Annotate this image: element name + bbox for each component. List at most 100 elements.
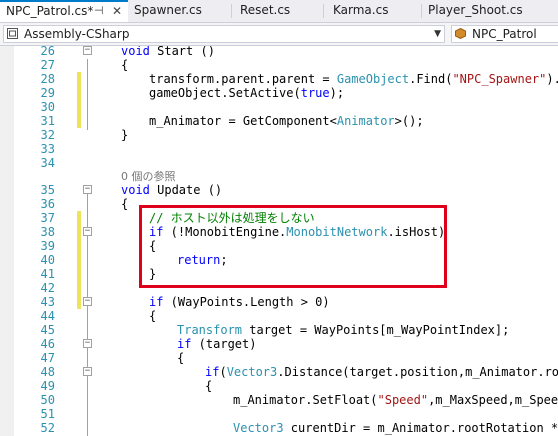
line-number: 51 (40, 407, 55, 421)
change-marker (77, 295, 81, 309)
change-marker (77, 114, 81, 128)
change-marker (77, 281, 81, 295)
line-number: 39 (40, 239, 55, 253)
code-line: 48 − if(Vector3.Distance(target.position… (0, 365, 558, 379)
tab-label: Karma.cs (333, 3, 389, 17)
line-number: 43 (40, 295, 55, 309)
code-line: 27 { (0, 58, 558, 72)
change-marker (77, 86, 81, 100)
code-line: 44 { (0, 309, 558, 323)
tab-label: Reset.cs (240, 3, 291, 17)
collapse-icon[interactable]: − (83, 227, 92, 236)
code-editor[interactable]: 26 − void Start () 27 { 28 transform.par… (0, 46, 558, 436)
code-text: transform.parent.parent = GameObject.Fin… (149, 72, 558, 86)
code-line: 28 transform.parent.parent = GameObject.… (0, 72, 558, 86)
code-text: Vector3 curentDir = m_Animator.rootRotat… (233, 421, 558, 435)
class-dropdown[interactable]: NPC_Patrol (451, 25, 558, 43)
line-number: 26 (40, 46, 55, 58)
collapse-icon[interactable]: − (83, 339, 92, 348)
change-marker (77, 225, 81, 239)
line-number: 31 (40, 114, 55, 128)
line-number: 29 (40, 86, 55, 100)
tab-spawner[interactable]: Spawner.cs (128, 0, 231, 22)
codelens-row: 0 個の参照 (0, 170, 558, 184)
class-name: NPC_Patrol (472, 27, 537, 41)
code-text: { (149, 309, 157, 323)
change-marker (77, 267, 81, 281)
highlight-box (139, 205, 447, 288)
line-number: 36 (40, 197, 55, 211)
tab-karma[interactable]: Karma.cs (324, 0, 421, 22)
tab-player-shoot[interactable]: Player_Shoot.cs (422, 0, 558, 22)
code-line: 31 m_Animator = GetComponent<Animator>()… (0, 114, 558, 128)
code-text: { (177, 351, 185, 365)
code-text: if (WayPoints.Length > 0) (149, 295, 330, 309)
line-number: 42 (40, 281, 55, 295)
line-number: 41 (40, 267, 55, 281)
code-text: gameObject.SetActive(true); (149, 86, 345, 100)
line-number: 33 (40, 142, 55, 156)
code-text: { (205, 379, 213, 393)
code-text: m_Animator.SetFloat("Speed",m_MaxSpeed,m… (233, 393, 558, 407)
code-line: 46 − if (target) (0, 337, 558, 351)
line-number: 49 (40, 379, 55, 393)
line-number: 46 (40, 337, 55, 351)
line-number: 40 (40, 253, 55, 267)
tab-label: Spawner.cs (134, 3, 202, 17)
line-number: 30 (40, 100, 55, 114)
change-marker (77, 100, 81, 114)
change-marker (77, 72, 81, 86)
code-text: { (121, 197, 129, 211)
close-icon[interactable]: ✕ (112, 0, 122, 22)
line-number: 38 (40, 225, 55, 239)
collapse-icon[interactable]: − (83, 46, 92, 55)
chevron-down-icon: ▼ (434, 29, 441, 39)
collapse-icon[interactable]: − (83, 185, 92, 194)
line-number: 32 (40, 128, 55, 142)
code-line: 52 Vector3 curentDir = m_Animator.rootRo… (0, 421, 558, 435)
code-text: void Start () (121, 46, 215, 58)
code-line: 30 (0, 100, 558, 114)
navigation-bar: Assembly-CSharp ▼ NPC_Patrol (0, 22, 558, 46)
line-number: 34 (40, 156, 55, 170)
code-text: if (target) (177, 337, 257, 351)
code-line: 51 (0, 407, 558, 421)
collapse-icon[interactable]: − (83, 367, 92, 376)
code-text: Transform target = WayPoints[m_WayPointI… (177, 323, 510, 337)
code-line: 34 (0, 156, 558, 170)
pin-icon[interactable]: ⊣ (94, 0, 104, 22)
csharp-project-icon (7, 28, 18, 39)
line-number: 45 (40, 323, 55, 337)
line-number: 44 (40, 309, 55, 323)
code-line: 26 − void Start () (0, 46, 558, 58)
project-name: Assembly-CSharp (24, 27, 130, 41)
line-number: 35 (40, 183, 55, 197)
line-number: 37 (40, 211, 55, 225)
code-text: void Update () (121, 183, 223, 197)
change-marker (77, 239, 81, 253)
class-icon (455, 28, 466, 39)
code-text: } (121, 128, 129, 142)
code-line: 33 (0, 142, 558, 156)
change-marker (77, 211, 81, 225)
code-line: 45 Transform target = WayPoints[m_WayPoi… (0, 323, 558, 337)
line-number: 47 (40, 351, 55, 365)
line-number: 28 (40, 72, 55, 86)
tab-label: NPC_Patrol.cs* (6, 4, 94, 18)
code-line: 32 } (0, 128, 558, 142)
code-line: 49 { (0, 379, 558, 393)
tab-npc-patrol[interactable]: NPC_Patrol.cs* ⊣ ✕ (0, 0, 128, 22)
line-number: 50 (40, 393, 55, 407)
change-marker (77, 253, 81, 267)
code-line: 35 − void Update () (0, 183, 558, 197)
code-line: 50 m_Animator.SetFloat("Speed",m_MaxSpee… (0, 393, 558, 407)
code-text: m_Animator = GetComponent<Animator>(); (149, 114, 424, 128)
reference-count-hint[interactable]: 0 個の参照 (121, 170, 176, 184)
code-line: 47 { (0, 351, 558, 365)
collapse-icon[interactable]: − (83, 297, 92, 306)
document-tab-strip: NPC_Patrol.cs* ⊣ ✕ Spawner.cs Reset.cs K… (0, 0, 558, 22)
project-dropdown[interactable]: Assembly-CSharp ▼ (3, 25, 445, 43)
tab-reset[interactable]: Reset.cs (232, 0, 323, 22)
tab-label: Player_Shoot.cs (428, 3, 523, 17)
line-number: 52 (40, 421, 55, 435)
